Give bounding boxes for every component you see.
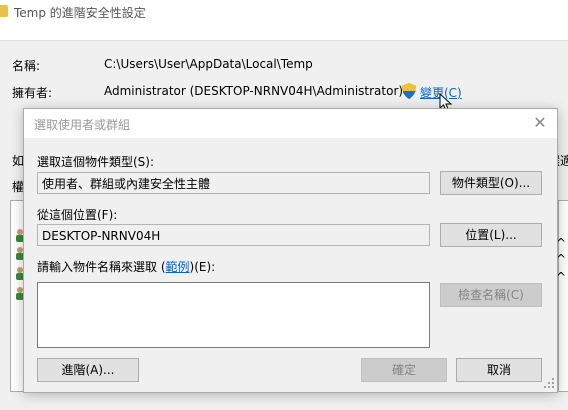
location-field: DESKTOP-NRNV04H (37, 224, 430, 246)
name-label: 名稱: (12, 59, 41, 73)
select-users-or-groups-dialog: 選取使用者或群組 ✕ 選取這個物件類型(S): 使用者、群組或內建安全性主體 物… (23, 108, 558, 393)
owner-value: Administrator (DESKTOP-NRNV04H\Administr… (104, 84, 404, 98)
object-types-button[interactable]: 物件類型(O)... (440, 171, 542, 195)
background-window-titlebar: Temp 的進階安全性設定 (0, 0, 568, 24)
locations-button[interactable]: 位置(L)... (440, 223, 542, 247)
location-label: 從這個位置(F): (37, 208, 118, 222)
advanced-button[interactable]: 進階(A)... (37, 358, 139, 382)
background-scrollbar[interactable] (558, 200, 568, 392)
object-type-label: 選取這個物件類型(S): (37, 155, 155, 169)
name-value: C:\Users\User\AppData\Local\Temp (104, 57, 313, 71)
owner-label: 擁有者: (12, 86, 53, 100)
cancel-button[interactable]: 取消 (456, 358, 542, 382)
shield-icon (402, 83, 416, 99)
folder-icon (0, 5, 8, 17)
enter-names-suffix: )(E): (189, 260, 216, 274)
dialog-titlebar: 選取使用者或群組 ✕ (24, 109, 557, 138)
close-icon[interactable]: ✕ (531, 114, 549, 132)
enter-names-label: 請輸入物件名稱來選取 (範例)(E): (37, 258, 215, 275)
check-names-button[interactable]: 檢查名稱(C) (440, 283, 542, 307)
examples-link[interactable]: 範例 (166, 260, 190, 274)
background-window-title: Temp 的進階安全性設定 (14, 6, 146, 20)
object-type-field: 使用者、群組或內建安全性主體 (37, 172, 430, 194)
object-names-input[interactable] (37, 282, 430, 348)
resize-grip-icon[interactable] (543, 377, 555, 389)
dialog-title: 選取使用者或群組 (34, 118, 131, 132)
ok-button[interactable]: 確定 (361, 358, 447, 382)
enter-names-prefix: 請輸入物件名稱來選取 ( (37, 260, 166, 274)
